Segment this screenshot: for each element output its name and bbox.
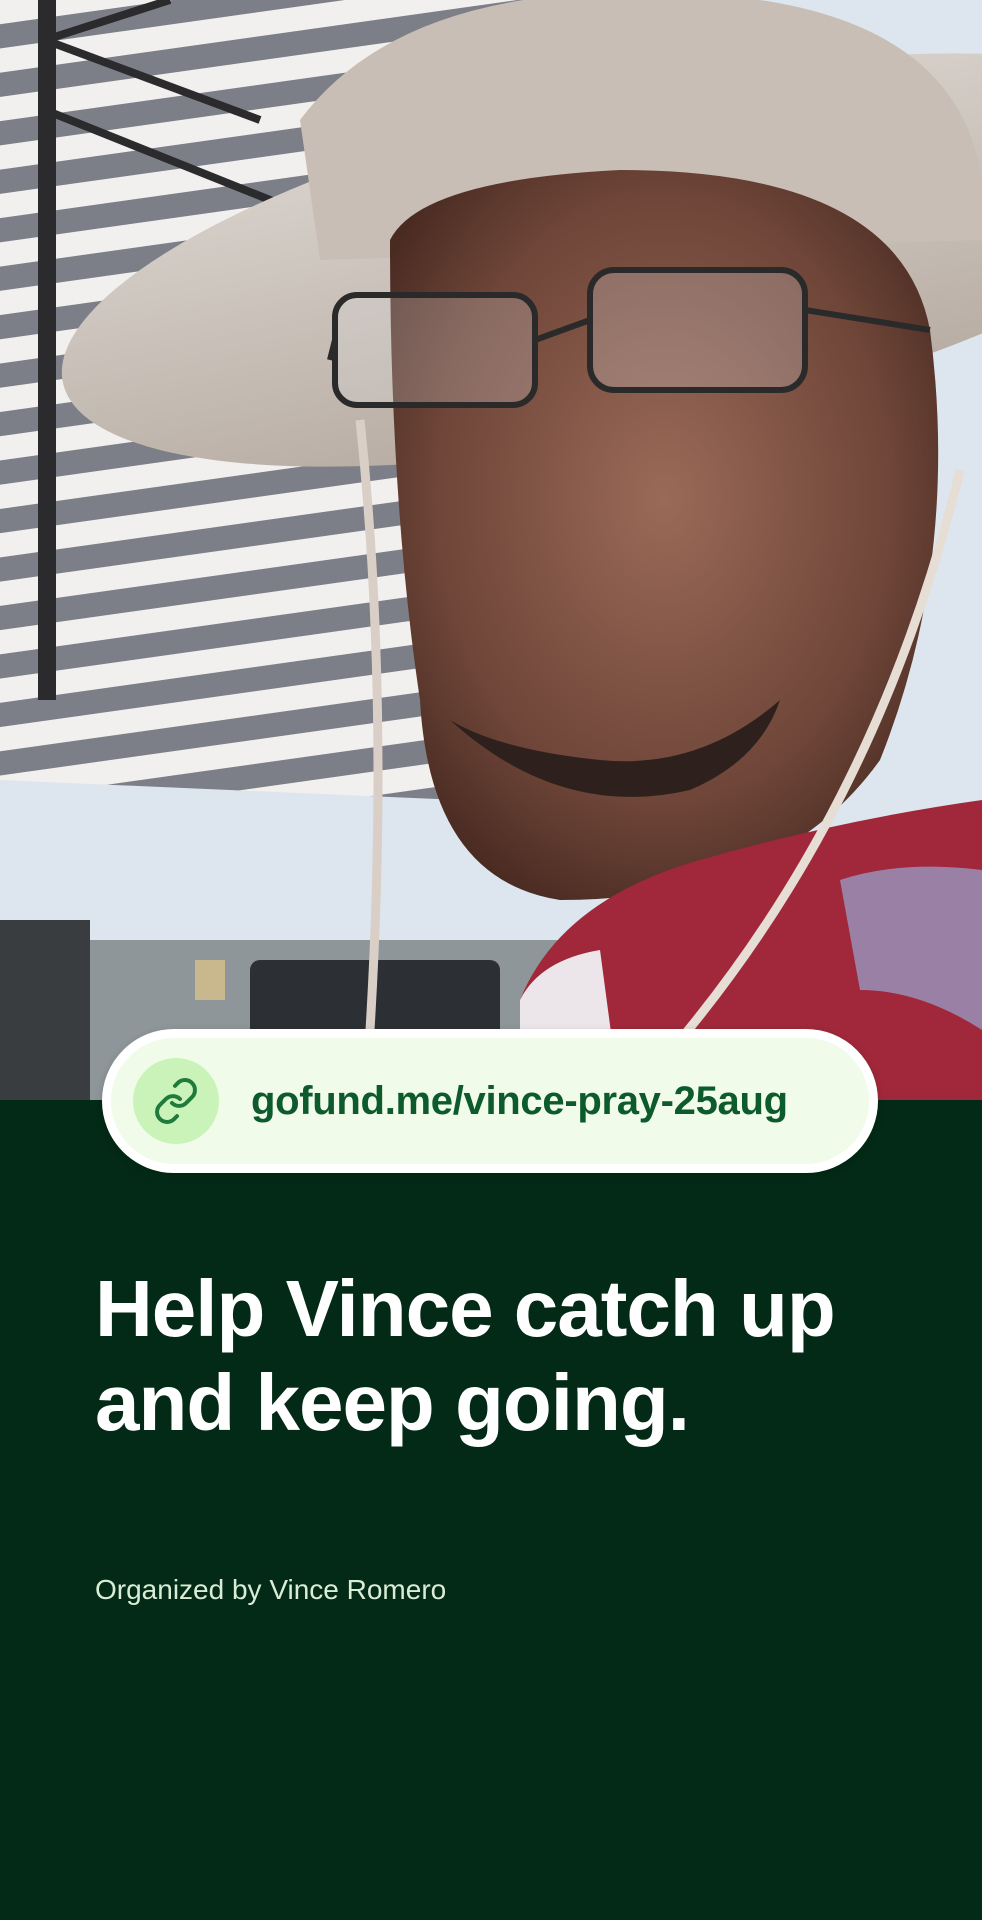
share-link-button[interactable]: gofund.me/vince-pray-25aug xyxy=(102,1029,878,1173)
campaign-photo xyxy=(0,0,982,1100)
campaign-title: Help Vince catch up and keep going. xyxy=(95,1262,915,1450)
organizer-label: Organized by Vince Romero xyxy=(95,1574,447,1605)
campaign-title-line1: Help Vince catch up xyxy=(95,1264,836,1353)
campaign-title-line2: and keep going. xyxy=(95,1358,690,1447)
link-icon xyxy=(133,1058,219,1144)
campaign-share-card: gofund.me/vince-pray-25aug Help Vince ca… xyxy=(0,0,982,1920)
share-link-url: gofund.me/vince-pray-25aug xyxy=(251,1078,788,1123)
